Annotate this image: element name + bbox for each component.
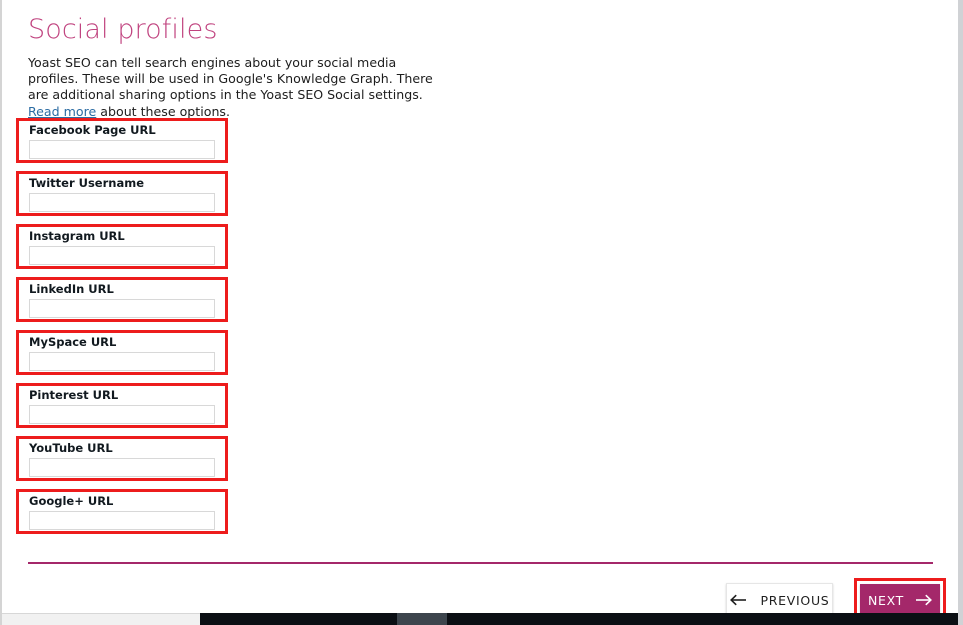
field-inner: LinkedIn URL xyxy=(29,282,217,318)
field-group: Pinterest URL xyxy=(16,383,228,428)
field-inner: Instagram URL xyxy=(29,229,217,265)
page-title: Social profiles xyxy=(28,0,933,48)
intro-paragraph: Yoast SEO can tell search engines about … xyxy=(28,48,446,120)
field-label: MySpace URL xyxy=(29,335,217,349)
field-label: Pinterest URL xyxy=(29,388,217,402)
field-input[interactable] xyxy=(29,193,215,212)
field-group: MySpace URL xyxy=(16,330,228,375)
field-label: Twitter Username xyxy=(29,176,217,190)
field-label: LinkedIn URL xyxy=(29,282,217,296)
section-divider xyxy=(28,562,933,564)
field-inner: Pinterest URL xyxy=(29,388,217,424)
field-label: Facebook Page URL xyxy=(29,123,217,137)
intro-text-after: about these options. xyxy=(96,104,230,119)
page-content: Social profiles Yoast SEO can tell searc… xyxy=(28,0,933,120)
field-group: Facebook Page URL xyxy=(16,118,228,163)
field-input[interactable] xyxy=(29,458,215,477)
horizontal-scrollbar[interactable] xyxy=(200,613,963,625)
field-inner: Facebook Page URL xyxy=(29,123,217,159)
wizard-page: Social profiles Yoast SEO can tell searc… xyxy=(0,0,963,625)
field-group: YouTube URL xyxy=(16,436,228,481)
next-button-label: NEXT xyxy=(868,593,904,608)
field-inner: YouTube URL xyxy=(29,441,217,477)
field-label: Instagram URL xyxy=(29,229,217,243)
field-group: Twitter Username xyxy=(16,171,228,216)
field-inner: MySpace URL xyxy=(29,335,217,371)
arrow-left-icon xyxy=(730,594,747,606)
scrollbar-thumb[interactable] xyxy=(397,613,447,625)
field-label: YouTube URL xyxy=(29,441,217,455)
field-input[interactable] xyxy=(29,511,215,530)
field-group: LinkedIn URL xyxy=(16,277,228,322)
field-input[interactable] xyxy=(29,246,215,265)
field-inner: Google+ URL xyxy=(29,494,217,530)
read-more-link[interactable]: Read more xyxy=(28,104,96,119)
previous-button[interactable]: PREVIOUS xyxy=(726,583,833,617)
field-input[interactable] xyxy=(29,140,215,159)
field-group: Google+ URL xyxy=(16,489,228,534)
field-input[interactable] xyxy=(29,299,215,318)
next-button[interactable]: NEXT xyxy=(860,584,940,617)
field-input[interactable] xyxy=(29,352,215,371)
field-group: Instagram URL xyxy=(16,224,228,269)
scrollbar-left-pad xyxy=(2,613,200,625)
field-label: Google+ URL xyxy=(29,494,217,508)
arrow-right-icon xyxy=(915,594,932,606)
field-inner: Twitter Username xyxy=(29,176,217,212)
intro-text-before: Yoast SEO can tell search engines about … xyxy=(28,55,433,102)
previous-button-label: PREVIOUS xyxy=(761,593,830,608)
field-input[interactable] xyxy=(29,405,215,424)
